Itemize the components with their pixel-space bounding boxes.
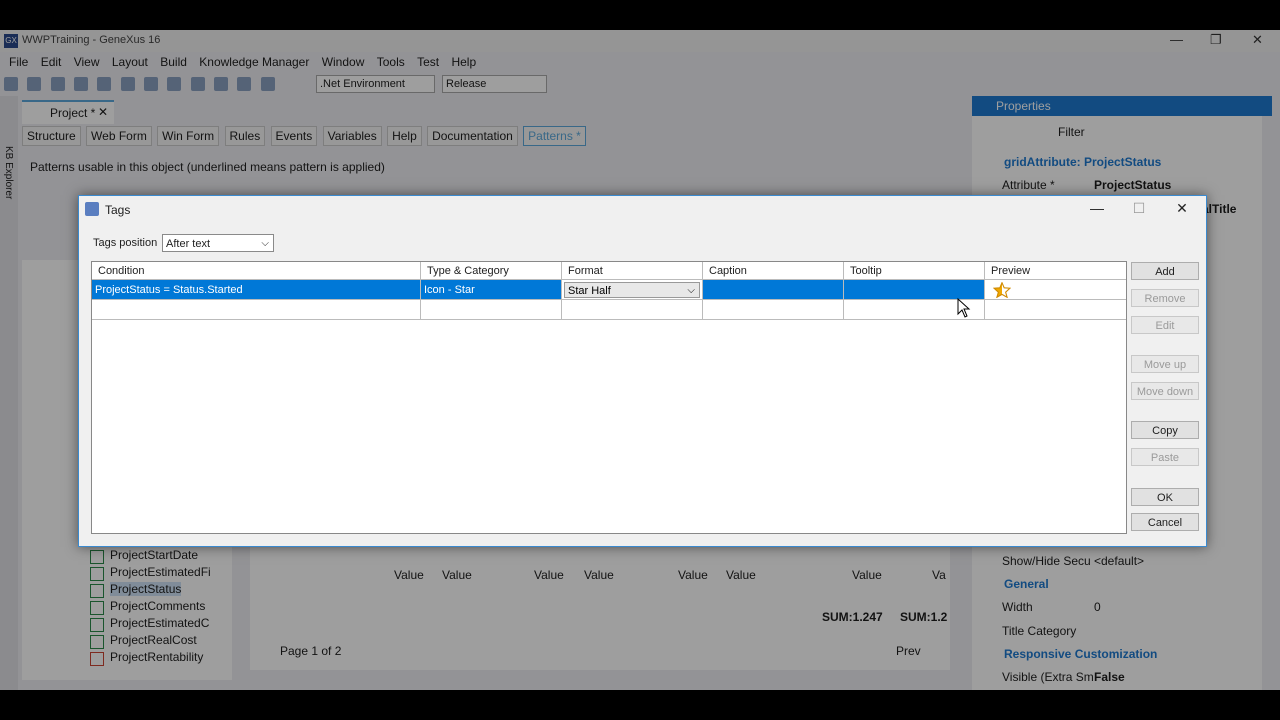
- remove-button[interactable]: Remove: [1131, 289, 1199, 307]
- column-header-format[interactable]: Format: [562, 262, 703, 280]
- empty-cell[interactable]: [703, 300, 844, 320]
- cell-preview[interactable]: [985, 280, 1126, 300]
- tags-position-value: After text: [166, 238, 211, 250]
- empty-cell[interactable]: [92, 300, 421, 320]
- column-header-type-category[interactable]: Type & Category: [421, 262, 562, 280]
- empty-cell[interactable]: [562, 300, 703, 320]
- dialog-title: Tags: [105, 203, 131, 217]
- column-header-condition[interactable]: Condition: [92, 262, 421, 280]
- move-down-button[interactable]: Move down: [1131, 382, 1199, 400]
- ok-button[interactable]: OK: [1131, 488, 1199, 506]
- edit-button[interactable]: Edit: [1131, 316, 1199, 334]
- chevron-down-icon: ⌵: [687, 285, 695, 296]
- cell-caption[interactable]: [703, 280, 844, 300]
- move-up-button[interactable]: Move up: [1131, 355, 1199, 373]
- tags-position-select[interactable]: After text ⌵: [162, 234, 274, 252]
- tags-position-label: Tags position: [93, 237, 158, 249]
- dialog-maximize-icon[interactable]: ☐: [1124, 200, 1154, 217]
- dialog-minimize-icon[interactable]: —: [1082, 200, 1112, 216]
- column-header-caption[interactable]: Caption: [703, 262, 844, 280]
- paste-button[interactable]: Paste: [1131, 448, 1199, 466]
- cell-format: Star Half ⌵: [562, 280, 703, 300]
- add-button[interactable]: Add: [1131, 262, 1199, 280]
- column-header-preview[interactable]: Preview: [985, 262, 1126, 280]
- format-select[interactable]: Star Half ⌵: [564, 282, 700, 298]
- star-half-icon: [993, 282, 1011, 298]
- dialog-app-icon: [85, 202, 99, 216]
- format-value: Star Half: [568, 285, 611, 297]
- column-header-tooltip[interactable]: Tooltip: [844, 262, 985, 280]
- copy-button[interactable]: Copy: [1131, 421, 1199, 439]
- cell-tooltip[interactable]: [844, 280, 985, 300]
- dialog-close-icon[interactable]: ✕: [1167, 200, 1197, 217]
- empty-cell[interactable]: [985, 300, 1126, 320]
- cancel-button[interactable]: Cancel: [1131, 513, 1199, 531]
- empty-cell[interactable]: [421, 300, 562, 320]
- cell-type-category[interactable]: Icon - Star: [421, 280, 562, 300]
- tags-grid: Condition Type & Category Format Caption…: [91, 261, 1127, 534]
- tags-dialog: Tags — ☐ ✕ Tags position After text ⌵ Co…: [78, 195, 1207, 547]
- cell-condition[interactable]: ProjectStatus = Status.Started: [92, 280, 421, 300]
- mouse-pointer-icon: [957, 298, 971, 318]
- chevron-down-icon: ⌵: [261, 238, 269, 249]
